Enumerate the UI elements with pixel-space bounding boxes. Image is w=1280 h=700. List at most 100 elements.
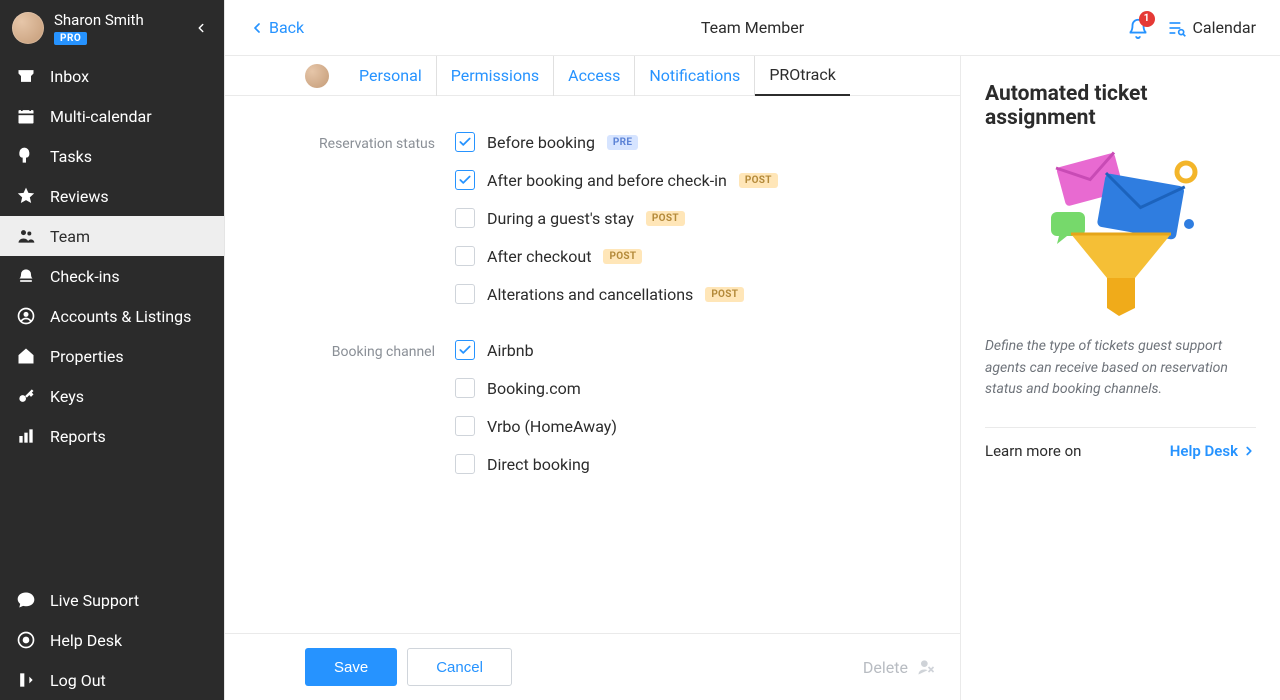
- inbox-icon: [16, 66, 36, 86]
- sidebar-item-label: Help Desk: [50, 631, 122, 650]
- sidebar-item-inbox[interactable]: Inbox: [0, 56, 224, 96]
- sidebar-item-label: Multi-calendar: [50, 107, 152, 126]
- sidebar-item-checkins[interactable]: Check-ins: [0, 256, 224, 296]
- pill-post: POST: [646, 211, 685, 226]
- option-after-checkout[interactable]: After checkout POST: [455, 246, 778, 266]
- sidebar-item-label: Keys: [50, 387, 84, 406]
- notification-count-badge: 1: [1139, 11, 1155, 27]
- checkbox[interactable]: [455, 132, 475, 152]
- option-during-stay[interactable]: During a guest's stay POST: [455, 208, 778, 228]
- chevron-left-icon: [194, 21, 208, 35]
- checkbox[interactable]: [455, 340, 475, 360]
- delete-button[interactable]: Delete: [863, 657, 936, 677]
- team-icon: [16, 226, 36, 246]
- accounts-icon: [16, 306, 36, 326]
- calendar-link[interactable]: Calendar: [1167, 18, 1256, 38]
- pill-post: POST: [705, 287, 744, 302]
- option-label: Direct booking: [487, 455, 590, 474]
- star-icon: [16, 186, 36, 206]
- tab-protrack[interactable]: PROtrack: [755, 56, 850, 96]
- back-label: Back: [269, 18, 304, 37]
- pill-pre: PRE: [607, 135, 638, 150]
- tab-access[interactable]: Access: [554, 56, 635, 96]
- avatar[interactable]: [12, 12, 44, 44]
- sidebar-item-label: Reviews: [50, 187, 109, 206]
- sidebar-item-tasks[interactable]: Tasks: [0, 136, 224, 176]
- sidebar-item-properties[interactable]: Properties: [0, 336, 224, 376]
- logout-icon: [16, 670, 36, 690]
- cancel-button[interactable]: Cancel: [407, 648, 512, 686]
- sidebar-item-logout[interactable]: Log Out: [0, 660, 224, 700]
- checkbox[interactable]: [455, 170, 475, 190]
- save-button[interactable]: Save: [305, 648, 397, 686]
- option-alterations-cancellations[interactable]: Alterations and cancellations POST: [455, 284, 778, 304]
- option-label: Before booking: [487, 133, 595, 152]
- pill-post: POST: [739, 173, 778, 188]
- sidebar-item-livesupport[interactable]: Live Support: [0, 580, 224, 620]
- sidebar-item-reports[interactable]: Reports: [0, 416, 224, 456]
- sidebar-item-helpdesk[interactable]: Help Desk: [0, 620, 224, 660]
- option-label: After booking and before check-in: [487, 171, 727, 190]
- lifebuoy-icon: [16, 630, 36, 650]
- checkbox[interactable]: [455, 454, 475, 474]
- checkbox[interactable]: [455, 378, 475, 398]
- sidebar-item-label: Inbox: [50, 67, 89, 86]
- sidebar-item-reviews[interactable]: Reviews: [0, 176, 224, 216]
- chevron-right-icon: [1242, 444, 1256, 458]
- form-area: Reservation status Before booking PRE Af…: [225, 96, 960, 633]
- checkbox[interactable]: [455, 416, 475, 436]
- sidebar-item-label: Check-ins: [50, 267, 120, 286]
- aside-title: Automated ticket assignment: [985, 82, 1256, 130]
- sidebar-item-accounts[interactable]: Accounts & Listings: [0, 296, 224, 336]
- sidebar-item-multicalendar[interactable]: Multi-calendar: [0, 96, 224, 136]
- option-vrbo[interactable]: Vrbo (HomeAway): [455, 416, 617, 436]
- section-booking-channel: Booking channel Airbnb Booking.com: [305, 340, 960, 474]
- option-after-booking-before-checkin[interactable]: After booking and before check-in POST: [455, 170, 778, 190]
- aside-desc: Define the type of tickets guest support…: [985, 336, 1256, 401]
- main: Back Team Member 1 Calendar Person: [224, 0, 1280, 700]
- remove-user-icon: [916, 657, 936, 677]
- help-aside: Automated ticket assignment: [960, 56, 1280, 700]
- calendar-search-icon: [1167, 18, 1187, 38]
- notifications-button[interactable]: 1: [1127, 17, 1149, 39]
- chat-icon: [16, 590, 36, 610]
- helpdesk-link-label: Help Desk: [1170, 442, 1238, 460]
- sidebar-item-team[interactable]: Team: [0, 216, 224, 256]
- option-label: Booking.com: [487, 379, 581, 398]
- illustration: [985, 148, 1256, 318]
- chart-icon: [16, 426, 36, 446]
- option-before-booking[interactable]: Before booking PRE: [455, 132, 778, 152]
- divider: [985, 427, 1256, 428]
- profile-name: Sharon Smith: [54, 11, 180, 29]
- learn-more-label: Learn more on: [985, 442, 1081, 460]
- delete-label: Delete: [863, 658, 908, 677]
- option-direct-booking[interactable]: Direct booking: [455, 454, 617, 474]
- checkbox[interactable]: [455, 284, 475, 304]
- option-label: Vrbo (HomeAway): [487, 417, 617, 436]
- back-button[interactable]: Back: [249, 18, 304, 37]
- checkbox[interactable]: [455, 208, 475, 228]
- profile-block: Sharon Smith PRO: [0, 0, 224, 56]
- option-label: Alterations and cancellations: [487, 285, 693, 304]
- member-avatar[interactable]: [305, 64, 329, 88]
- option-bookingcom[interactable]: Booking.com: [455, 378, 617, 398]
- sidebar-item-keys[interactable]: Keys: [0, 376, 224, 416]
- sidebar-item-label: Reports: [50, 427, 106, 446]
- section-reservation-status: Reservation status Before booking PRE Af…: [305, 132, 960, 304]
- sidebar-collapse-button[interactable]: [190, 17, 212, 39]
- option-airbnb[interactable]: Airbnb: [455, 340, 617, 360]
- bell-icon: [16, 266, 36, 286]
- option-label: Airbnb: [487, 341, 534, 360]
- topbar: Back Team Member 1 Calendar: [225, 0, 1280, 56]
- tab-permissions[interactable]: Permissions: [437, 56, 554, 96]
- sidebar-item-label: Team: [50, 227, 90, 246]
- key-icon: [16, 386, 36, 406]
- helpdesk-link[interactable]: Help Desk: [1170, 442, 1256, 460]
- sidebar-item-label: Tasks: [50, 147, 92, 166]
- content: Personal Permissions Access Notification…: [225, 56, 960, 700]
- checkbox[interactable]: [455, 246, 475, 266]
- tasks-icon: [16, 146, 36, 166]
- tab-personal[interactable]: Personal: [345, 56, 437, 96]
- tab-notifications[interactable]: Notifications: [635, 56, 755, 96]
- section-label: Booking channel: [305, 340, 435, 474]
